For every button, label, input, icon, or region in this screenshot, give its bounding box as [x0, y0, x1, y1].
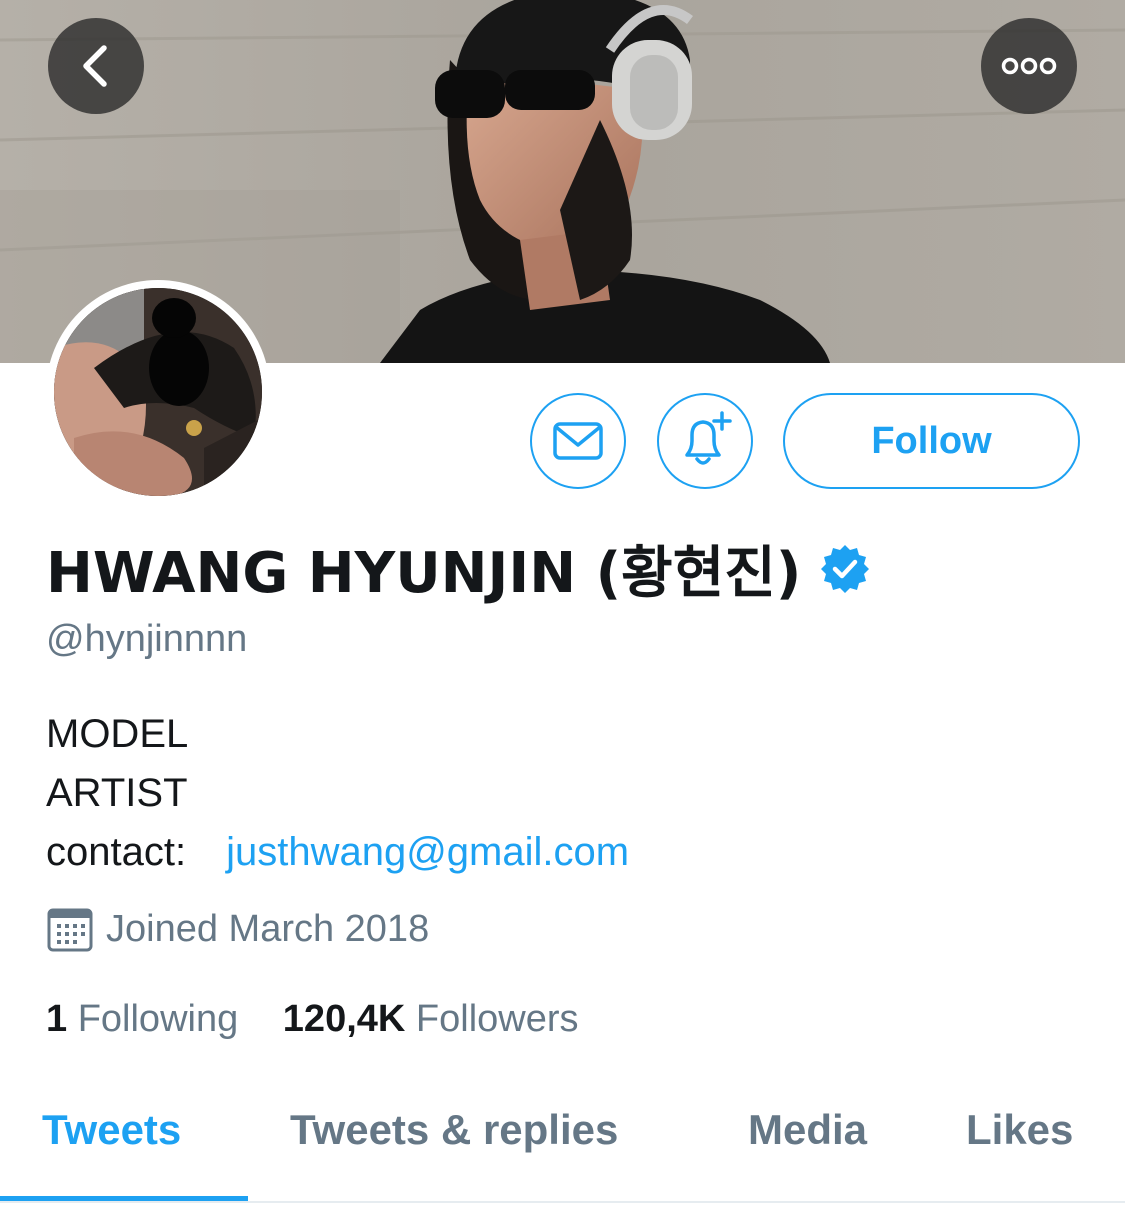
followers-count: 120,4K [282, 998, 406, 1040]
profile-bio: MODEL ARTIST contact: justhwang@gmail.com [46, 705, 629, 882]
bio-contact-line: contact: justhwang@gmail.com [46, 823, 629, 882]
profile-tabs: Tweets Tweets & replies Media Likes [0, 1080, 1125, 1205]
display-name: HWANG HYUNJIN (황현진) [46, 541, 802, 606]
avatar-photo [54, 288, 262, 496]
profile-page: Follow HWANG HYUNJIN (황현진) @hynjinnnn MO… [0, 0, 1125, 1219]
calendar-icon [47, 908, 93, 952]
bio-line: MODEL [46, 712, 189, 756]
verified-badge-icon [821, 544, 870, 593]
followers-label: Followers [415, 998, 579, 1040]
follow-stats: 1 Following 120,4K Followers [46, 998, 613, 1041]
following-stat[interactable]: 1 Following [46, 998, 238, 1041]
more-options-button[interactable] [981, 18, 1077, 114]
tab-tweets-replies[interactable]: Tweets & replies [290, 1106, 618, 1154]
contact-email-link[interactable]: justhwang@gmail.com [226, 830, 629, 874]
follow-button[interactable]: Follow [783, 393, 1080, 489]
tab-likes[interactable]: Likes [966, 1106, 1073, 1154]
tab-media[interactable]: Media [748, 1106, 867, 1154]
bio-line: ARTIST [46, 771, 188, 815]
back-button[interactable] [48, 18, 144, 114]
contact-label: contact: [46, 830, 187, 874]
name-row: HWANG HYUNJIN (황현진) [46, 528, 871, 609]
more-horizontal-icon [1001, 57, 1057, 75]
notifications-button[interactable] [657, 393, 753, 489]
joined-text: Joined March 2018 [106, 907, 430, 950]
envelope-icon [553, 422, 603, 460]
message-button[interactable] [530, 393, 626, 489]
tabs-divider [0, 1201, 1125, 1203]
username-handle: @hynjinnnn [46, 618, 248, 660]
tab-tweets[interactable]: Tweets [42, 1106, 181, 1154]
following-count: 1 [46, 998, 68, 1040]
profile-avatar[interactable] [46, 280, 270, 504]
followers-stat[interactable]: 120,4K Followers [283, 998, 579, 1041]
joined-date: Joined March 2018 [46, 905, 429, 953]
bell-plus-icon [685, 411, 732, 465]
chevron-left-icon [83, 45, 107, 87]
following-label: Following [77, 998, 239, 1040]
